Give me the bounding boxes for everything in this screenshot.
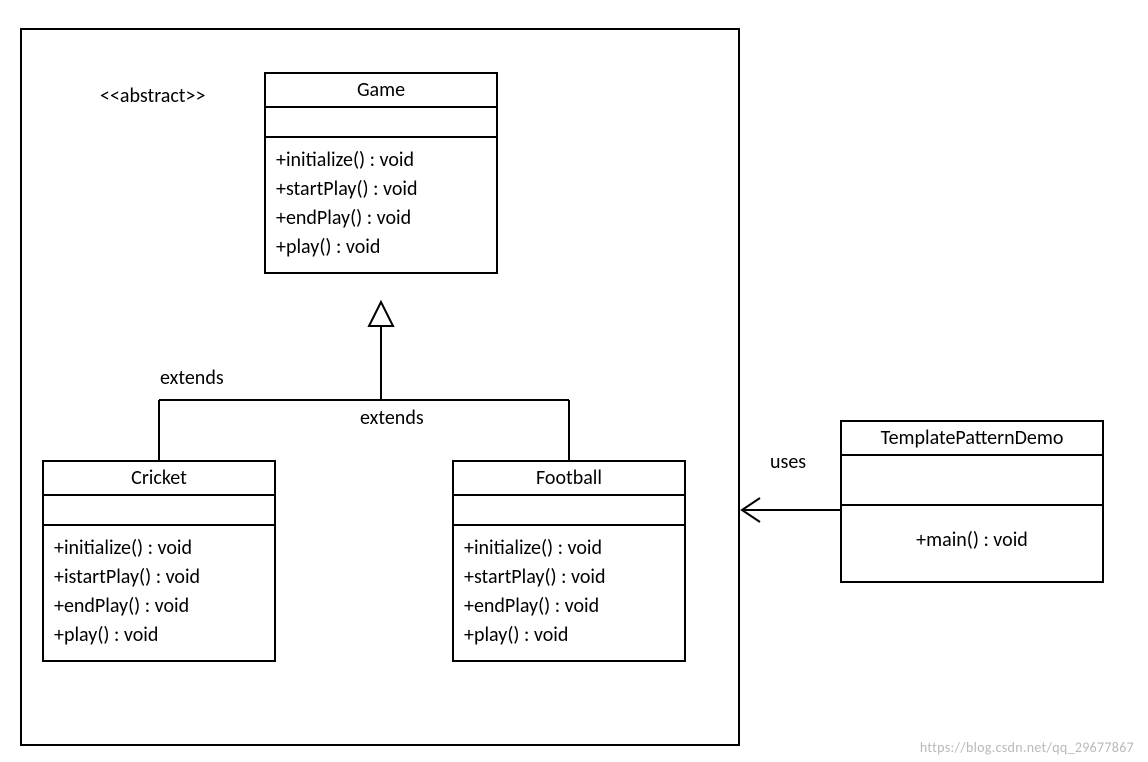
class-football-op: +initialize() : void xyxy=(464,534,674,563)
class-game-op: +initialize() : void xyxy=(276,146,486,175)
class-cricket-op: +endPlay() : void xyxy=(54,592,264,621)
class-game-name: Game xyxy=(266,74,496,108)
class-cricket-ops: +initialize() : void +istartPlay() : voi… xyxy=(44,526,274,660)
class-cricket-op: +initialize() : void xyxy=(54,534,264,563)
class-demo-ops: +main() : void xyxy=(842,506,1102,581)
class-football-attrs xyxy=(454,496,684,526)
class-demo-name: TemplatePatternDemo xyxy=(842,422,1102,456)
uses-label: uses xyxy=(770,450,806,474)
class-game-attrs xyxy=(266,108,496,138)
extends-left-label: extends xyxy=(160,366,224,390)
class-demo-op: +main() : void xyxy=(852,526,1092,555)
class-cricket-name: Cricket xyxy=(44,462,274,496)
stereotype-abstract-label: <<abstract>> xyxy=(100,84,205,108)
class-football: Football +initialize() : void +startPlay… xyxy=(452,460,686,662)
class-cricket-op: +play() : void xyxy=(54,621,264,650)
watermark-text: https://blog.csdn.net/qq_29677867 xyxy=(920,739,1134,756)
class-football-op: +endPlay() : void xyxy=(464,592,674,621)
class-template-pattern-demo: TemplatePatternDemo +main() : void xyxy=(840,420,1104,583)
extends-right-label: extends xyxy=(360,406,424,430)
class-football-ops: +initialize() : void +startPlay() : void… xyxy=(454,526,684,660)
diagram-canvas: <<abstract>> Game +initialize() : void +… xyxy=(0,0,1148,762)
class-cricket-op: +istartPlay() : void xyxy=(54,563,264,592)
class-game-ops: +initialize() : void +startPlay() : void… xyxy=(266,138,496,272)
class-game-op: +startPlay() : void xyxy=(276,175,486,204)
class-cricket-attrs xyxy=(44,496,274,526)
class-game-op: +play() : void xyxy=(276,233,486,262)
class-football-op: +play() : void xyxy=(464,621,674,650)
class-game: Game +initialize() : void +startPlay() :… xyxy=(264,72,498,274)
class-football-op: +startPlay() : void xyxy=(464,563,674,592)
class-cricket: Cricket +initialize() : void +istartPlay… xyxy=(42,460,276,662)
class-game-op: +endPlay() : void xyxy=(276,204,486,233)
class-football-name: Football xyxy=(454,462,684,496)
class-demo-attrs xyxy=(842,456,1102,506)
